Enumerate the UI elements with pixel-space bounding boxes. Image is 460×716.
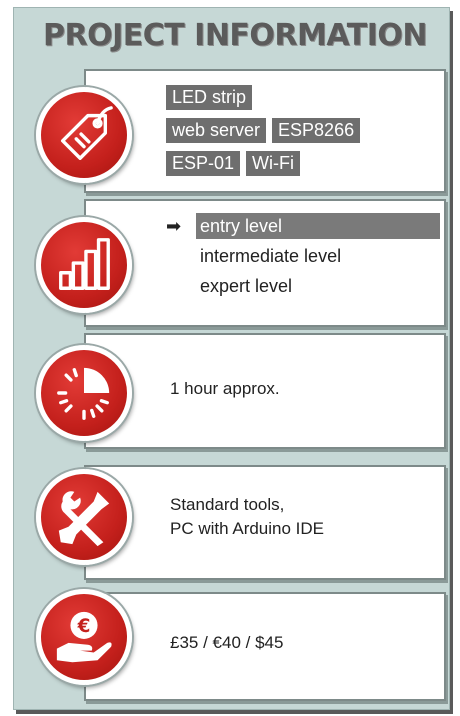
difficulty-entry: ➡ entry level: [166, 213, 446, 239]
project-info-card: PROJECT INFORMATION LED strip web server…: [13, 7, 450, 710]
tools-line-2: PC with Arduino IDE: [170, 519, 325, 538]
cost-text: £35 / €40 / $45: [170, 633, 284, 652]
page-title: PROJECT INFORMATION: [42, 18, 428, 53]
difficulty-expert: expert level: [166, 273, 446, 299]
tags-panel: LED strip web server ESP8266 ESP-01 Wi-Fi: [84, 69, 446, 193]
difficulty-intermediate: intermediate level: [166, 243, 446, 269]
tag: ESP-01: [166, 151, 241, 176]
price-tag-icon: [36, 87, 132, 183]
tag-list: LED strip web server ESP8266 ESP-01 Wi-Fi: [166, 85, 436, 184]
tag: ESP8266: [272, 118, 361, 143]
tag: LED strip: [166, 85, 253, 110]
difficulty-label: intermediate level: [200, 246, 342, 266]
arrow-right-icon: ➡: [166, 216, 182, 236]
tag: Wi-Fi: [246, 151, 301, 176]
clock-icon: [36, 345, 132, 441]
difficulty-label: entry level: [196, 213, 440, 239]
svg-text:€: €: [77, 616, 91, 637]
tag: web server: [166, 118, 267, 143]
difficulty-label: expert level: [200, 276, 293, 296]
signal-bars-icon: [36, 217, 132, 313]
hand-euro-coin-icon: €: [36, 589, 132, 685]
difficulty-panel: ➡ entry level intermediate level expert …: [84, 199, 446, 327]
tools-text: Standard tools, PC with Arduino IDE: [170, 493, 324, 541]
tools-panel: Standard tools, PC with Arduino IDE: [84, 465, 446, 580]
time-text: 1 hour approx.: [170, 379, 280, 398]
wrench-screwdriver-icon: [36, 469, 132, 565]
time-panel: 1 hour approx.: [84, 333, 446, 449]
difficulty-list: ➡ entry level intermediate level expert …: [166, 213, 446, 303]
cost-panel: £35 / €40 / $45: [84, 592, 446, 701]
tools-line-1: Standard tools,: [170, 495, 285, 514]
